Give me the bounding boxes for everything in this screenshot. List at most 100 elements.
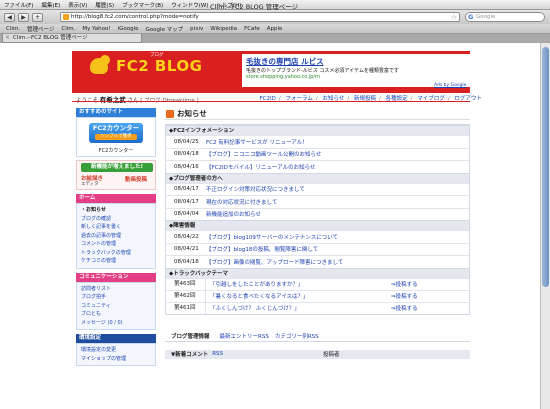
ad-title[interactable]: 毛抜きの専門店 ルビス xyxy=(246,56,466,67)
add-bookmark-button[interactable]: + xyxy=(32,12,43,22)
sidebar-item-visitors[interactable]: 訪問者リスト xyxy=(81,285,151,294)
forward-button[interactable]: ▶ xyxy=(18,12,29,22)
row-link[interactable]: 新機能追加のお知らせ xyxy=(206,210,261,218)
home-menu: ・お知らせ ブログの確認 新しく記事を書く 過去の記事の管理 コメントの管理 ト… xyxy=(76,203,156,269)
sidebar-item-manage-entries[interactable]: 過去の記事の管理 xyxy=(81,232,151,241)
table-row: 08/04/17 現在の対応状況に付きまして xyxy=(166,195,469,208)
row-link[interactable]: 【ブログ】画像の閲覧、アップロード障害につきまして xyxy=(206,258,343,266)
blog-management-info: ブログ管理情報 最新エントリーRSS カテゴリー別RSS xyxy=(165,331,470,342)
row-link[interactable]: FC2 有料記事サービスが リニューアル！ xyxy=(206,138,308,146)
category-rss-link[interactable]: カテゴリー別RSS xyxy=(275,332,319,340)
bookmark-item[interactable]: 管理ページ xyxy=(27,25,54,33)
menu-file[interactable]: ファイル(F) xyxy=(0,1,37,9)
ad-url[interactable]: store.shopping.yahoo.co.jp/m xyxy=(246,74,466,80)
table-row: 08/04/18 【ブログ】ニコニコ動画ツール公開のお知らせ xyxy=(166,147,469,160)
address-bar[interactable]: http://blog8.fc2.com/control.php?mode=no… xyxy=(60,12,460,22)
fc2-counter-banner[interactable]: FC2カウンター シンプルで簡単 FC2カウンター xyxy=(76,117,156,157)
bookmark-item[interactable]: iGoogle xyxy=(118,26,139,32)
trackback-post-link[interactable]: ⇒投稿する xyxy=(391,292,418,300)
env-section: 環境設定 環境設定の変更 マイショップの管理 xyxy=(76,334,156,366)
table-row: 08/04/21 【ブログ】blog18の投稿、閲覧障害に関して xyxy=(166,242,469,255)
scrollbar-thumb[interactable] xyxy=(542,47,549,287)
counter-badge-sub: シンプルで簡単 xyxy=(95,134,137,140)
browser-toolbar: ◀ ▶ + http://blog8.fc2.com/control.php?m… xyxy=(0,10,550,24)
trackback-number: 第463回 xyxy=(166,278,206,290)
new-feature-editor: エディタ xyxy=(81,182,99,187)
row-link[interactable]: 現在の対応状況に付きまして xyxy=(206,198,277,206)
sidebar: おすすめのサイト FC2カウンター シンプルで簡単 FC2カウンター 新機能が増… xyxy=(76,108,156,366)
bookmark-item[interactable]: Clim. xyxy=(6,26,20,32)
tab-active[interactable]: × Clim.--FC2 BLOG 管理ページ xyxy=(2,34,142,43)
bookmark-item[interactable]: Google マップ xyxy=(146,25,184,33)
menu-history[interactable]: 履歴(S) xyxy=(91,1,118,9)
site-favicon-icon xyxy=(63,14,69,20)
home-section: ホーム ・お知らせ ブログの確認 新しく記事を書く 過去の記事の管理 コメントの… xyxy=(76,194,156,269)
trackback-theme[interactable]: 「ふくしんづけ？ ふくじんづけ？」 xyxy=(206,304,391,312)
new-comments-header: ▼新着コメント RSS 投稿者 xyxy=(165,349,470,359)
trackback-theme[interactable]: 「引越しをしたことがありますか？」 xyxy=(206,280,391,288)
menu-window[interactable]: ウィンドウ(W) xyxy=(167,1,212,9)
section-heading: ◆障害情報 xyxy=(166,220,469,230)
row-link[interactable]: 【ブログ】blog18の投稿、閲覧障害に関して xyxy=(206,245,318,253)
trackback-number: 第461回 xyxy=(166,302,206,314)
home-heading: ホーム xyxy=(76,194,156,203)
sidebar-item-reviews[interactable]: ケチコミの管理 xyxy=(81,257,151,266)
search-input[interactable]: G Google xyxy=(465,12,545,22)
menu-edit[interactable]: 編集(E) xyxy=(37,1,64,9)
bookmark-item[interactable]: Apple xyxy=(267,26,283,32)
menu-view[interactable]: 表示(V) xyxy=(64,1,91,9)
logo-subtext: ブログ xyxy=(150,53,164,58)
bookmark-item[interactable]: Wikipedia xyxy=(210,26,237,32)
trackback-post-link[interactable]: ⇒投稿する xyxy=(391,280,418,288)
bookmark-item[interactable]: Clim. xyxy=(61,26,75,32)
sidebar-item-new-entry[interactable]: 新しく記事を書く xyxy=(81,223,151,232)
close-tab-icon[interactable]: × xyxy=(5,34,10,42)
comments-rss-link[interactable]: RSS xyxy=(212,351,223,357)
bookmark-star-icon[interactable]: ☆ xyxy=(451,13,457,21)
fc2-blog-logo[interactable]: FC2 BLOG xyxy=(116,57,202,75)
notice-table: ◆FC2インフォメーション 08/04/25 FC2 有料記事サービスが リニュー… xyxy=(165,124,470,315)
ad-description: 毛抜きのトップブランド-ルビス コスメ必須アイテムを種類豊富です xyxy=(246,68,399,74)
row-link[interactable]: 【ブログ】blog109サーバーのメンテナンスについて xyxy=(206,233,338,241)
welcome-message: ようこそ 有希之武 さん [ ブログ:Dbreaktime ] xyxy=(76,94,199,104)
sidebar-item-env-settings[interactable]: 環境設定の変更 xyxy=(81,346,151,355)
latest-entry-rss-link[interactable]: 最新エントリーRSS xyxy=(220,332,269,340)
row-date: 08/04/25 xyxy=(174,138,199,145)
sidebar-item-blotomo[interactable]: ブロとも xyxy=(81,310,151,319)
row-link[interactable]: 【ブログ】ニコニコ動画ツール公開のお知らせ xyxy=(206,150,321,158)
counter-label[interactable]: FC2カウンター xyxy=(77,147,155,154)
tab-label: Clim.--FC2 BLOG 管理ページ xyxy=(13,35,88,41)
bookmark-item[interactable]: pixiv xyxy=(190,26,203,32)
row-date: 08/04/18 xyxy=(174,258,199,265)
menu-bookmarks[interactable]: ブックマーク(B) xyxy=(118,1,167,9)
sidebar-item-comments[interactable]: コメントの管理 xyxy=(81,240,151,249)
page-scrollbar[interactable] xyxy=(540,43,550,409)
ads-by-google-link[interactable]: Ads by Google xyxy=(434,83,466,88)
sidebar-item-applause[interactable]: ブログ拍手 xyxy=(81,293,151,302)
row-date: 08/04/17 xyxy=(174,198,199,205)
community-section: コミュニケーション 訪問者リスト ブログ拍手 コミュニティ ブロとも メッセージ… xyxy=(76,272,156,330)
bookmark-item[interactable]: FCafe xyxy=(244,26,260,32)
counter-badge[interactable]: FC2カウンター シンプルで簡単 xyxy=(89,123,143,143)
bookmark-item[interactable]: My Yahoo! xyxy=(82,26,110,32)
new-feature-banner[interactable]: 新機能が増えました! お絵描き エディタ 動画投稿 xyxy=(76,160,156,190)
table-row: 08/04/04 新機能追加のお知らせ xyxy=(166,207,469,220)
trackback-post-link[interactable]: ⇒投稿する xyxy=(391,304,418,312)
sidebar-item-notice[interactable]: ・お知らせ xyxy=(81,206,151,215)
sidebar-item-trackbacks[interactable]: トラックバックの管理 xyxy=(81,249,151,258)
table-row: 08/04/17 不正ログイン対策対応状況につきまして xyxy=(166,182,469,195)
table-row: 08/04/18 【ブログ】画像の閲覧、アップロード障害につきまして xyxy=(166,255,469,268)
trackback-theme[interactable]: 「暑くなると食べたくなるアイスは？」 xyxy=(206,292,391,300)
fc2-bird-head-icon xyxy=(100,55,110,65)
page-viewport: FC2 BLOG ブログ 毛抜きの専門店 ルビス 毛抜きのトップブランド-ルビス… xyxy=(0,43,540,409)
sidebar-item-community[interactable]: コミュニティ xyxy=(81,302,151,311)
row-link[interactable]: 不正ログイン対策対応状況につきまして xyxy=(206,185,305,193)
section-heading: ◆ブログ管理者の方へ xyxy=(166,172,469,183)
sidebar-item-view-blog[interactable]: ブログの確認 xyxy=(81,215,151,224)
sidebar-item-messages[interactable]: メッセージ (0 / 0) xyxy=(81,319,151,328)
sidebar-item-myshop[interactable]: マイショップの管理 xyxy=(81,355,151,364)
back-button[interactable]: ◀ xyxy=(4,12,15,22)
table-row: 08/04/22 【ブログ】blog109サーバーのメンテナンスについて xyxy=(166,230,469,243)
home-icon xyxy=(166,110,174,118)
row-link[interactable]: 【FC2IDモバイル】リニューアルのお知らせ xyxy=(206,163,315,171)
